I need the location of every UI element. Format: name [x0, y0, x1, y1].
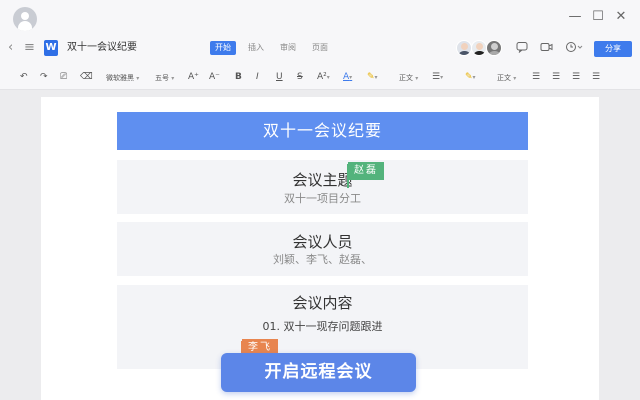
doc-title[interactable]: 双十一会议纪要 [67, 41, 137, 55]
tab-review[interactable]: 审阅 [275, 41, 301, 55]
user-avatar-icon[interactable] [13, 7, 37, 31]
strikethrough-icon[interactable]: S [297, 71, 303, 83]
undo-icon[interactable]: ↶ [20, 71, 28, 83]
grow-font-icon[interactable]: A⁺ [188, 71, 199, 83]
collaborator-avatar[interactable] [486, 40, 502, 56]
minimize-icon[interactable]: — [566, 8, 584, 26]
italic-icon[interactable]: I [256, 71, 259, 83]
comment-icon[interactable] [516, 41, 528, 57]
font-size-select[interactable]: 五号 ▾ [155, 72, 174, 85]
highlight-icon[interactable]: ✎▾ [367, 71, 378, 84]
tab-insert[interactable]: 插入 [243, 41, 269, 55]
paragraph-style-select[interactable]: 正文 ▾ [497, 72, 516, 85]
section-title: 会议主题 [292, 171, 353, 189]
tab-start[interactable]: 开始 [210, 41, 236, 55]
close-icon[interactable]: ✕ [612, 8, 630, 26]
maximize-icon[interactable]: ☐ [589, 8, 607, 26]
shrink-font-icon[interactable]: A⁻ [209, 71, 220, 83]
video-icon[interactable] [540, 41, 553, 57]
section-body: 01. 双十一现存问题跟进 [262, 320, 383, 333]
text-style-select[interactable]: 正文 ▾ [399, 72, 418, 85]
share-button[interactable]: 分享 [594, 41, 632, 57]
font-name-select[interactable]: 微软雅黑 ▾ [106, 72, 139, 85]
back-icon[interactable]: ‹ [8, 39, 13, 57]
format-painter-icon[interactable]: ⎚ [60, 71, 67, 83]
word-doc-icon: W [44, 40, 58, 56]
collaborator-label-zhao: 赵磊 [348, 162, 384, 180]
justify-icon[interactable]: ☰ [592, 71, 600, 83]
collaborator-avatar[interactable] [456, 40, 472, 56]
font-color-icon[interactable]: A▾ [343, 71, 352, 84]
tab-page[interactable]: 页面 [307, 41, 333, 55]
start-remote-meeting-button[interactable]: 开启远程会议 [221, 353, 416, 392]
menu-icon[interactable]: ≡ [24, 39, 35, 57]
history-icon[interactable] [565, 41, 583, 57]
align-left-icon[interactable]: ☰ [532, 71, 540, 83]
underline-icon[interactable]: U [276, 71, 283, 83]
section-topic[interactable]: 会议主题 双十一项目分工 [117, 160, 528, 214]
bold-icon[interactable]: B [235, 71, 242, 83]
section-body: 双十一项目分工 [284, 192, 361, 205]
eraser-icon[interactable]: ⌫ [80, 71, 93, 83]
superscript-icon[interactable]: A²▾ [317, 71, 330, 84]
collaborator-avatar[interactable] [471, 40, 487, 56]
section-body: 刘颖、李飞、赵磊、 [273, 253, 372, 266]
section-title: 会议内容 [292, 294, 353, 312]
section-title: 会议人员 [292, 233, 353, 251]
align-center-icon[interactable]: ☰ [552, 71, 560, 83]
redo-icon[interactable]: ↷ [40, 71, 48, 83]
section-attendees[interactable]: 会议人员 刘颖、李飞、赵磊、 [117, 222, 528, 276]
shading-icon[interactable]: ✎▾ [465, 71, 476, 84]
title-bar [0, 0, 640, 34]
line-spacing-icon[interactable]: ☰▾ [432, 71, 443, 84]
document-header[interactable]: 双十一会议纪要 [117, 112, 528, 150]
align-right-icon[interactable]: ☰ [572, 71, 580, 83]
